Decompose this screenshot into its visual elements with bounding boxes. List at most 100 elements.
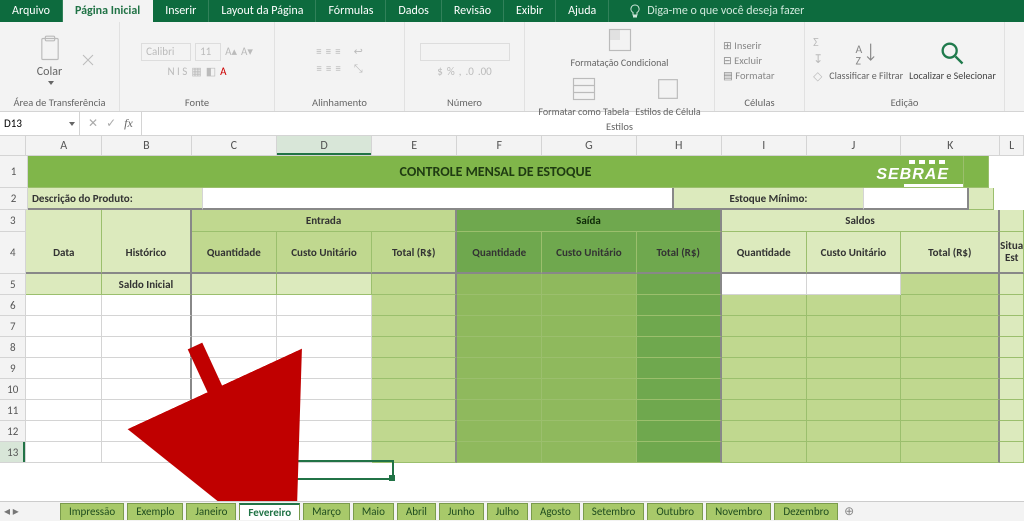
cell-B9[interactable] [102, 358, 192, 379]
cell-K9[interactable] [901, 358, 1000, 379]
col-situacao[interactable]: SituaEst [1000, 232, 1024, 274]
cell-L3[interactable] [1000, 210, 1024, 232]
sheet-tab-julho[interactable]: Julho [487, 503, 528, 520]
cell-B5[interactable]: Saldo Inicial [102, 274, 192, 295]
col-header-J[interactable]: J [807, 136, 901, 155]
format-cells-button[interactable]: ▤ Formatar [723, 69, 775, 82]
col-sal-custo[interactable]: Custo Unitário [807, 232, 901, 274]
col-header-C[interactable]: C [192, 136, 277, 155]
align-mid-icon[interactable]: ≡ [326, 45, 331, 58]
name-box[interactable]: D13 [0, 112, 80, 135]
cell-I11[interactable] [722, 400, 807, 421]
cell-C9[interactable] [192, 358, 277, 379]
data-header[interactable] [26, 210, 102, 232]
sheet-tab-dezembro[interactable]: Dezembro [774, 503, 838, 520]
col-ent-custo[interactable]: Custo Unitário [277, 232, 372, 274]
col-ent-qtd[interactable]: Quantidade [192, 232, 277, 274]
sheet-tab-novembro[interactable]: Novembro [706, 503, 771, 520]
produto-label-cell[interactable]: Descrição do Produto: [28, 188, 203, 210]
cell-I5[interactable] [722, 274, 807, 295]
align-right-icon[interactable]: ≡ [335, 62, 340, 75]
historico-header[interactable] [102, 210, 192, 232]
cut-icon[interactable] [81, 53, 95, 67]
cell-L6[interactable] [1000, 295, 1024, 316]
sheet-tab-exemplo[interactable]: Exemplo [127, 503, 183, 520]
sheet-tab-abril[interactable]: Abril [397, 503, 436, 520]
inc-decimal-icon[interactable]: .0 [465, 65, 473, 78]
cell-C12[interactable] [192, 421, 277, 442]
cell-G11[interactable] [542, 400, 636, 421]
cell-B6[interactable] [102, 295, 192, 316]
sheet-tab-outubro[interactable]: Outubro [647, 503, 703, 520]
col-sal-total[interactable]: Total (R$) [901, 232, 1000, 274]
cell-K6[interactable] [901, 295, 1000, 316]
cell-L11[interactable] [1000, 400, 1024, 421]
decrease-font-icon[interactable]: A▾ [241, 45, 253, 58]
col-sai-qtd[interactable]: Quantidade [457, 232, 542, 274]
increase-font-icon[interactable]: A▴ [225, 45, 237, 58]
font-size-combo[interactable]: 11 [195, 43, 221, 61]
cell-F11[interactable] [457, 400, 542, 421]
cell-D6[interactable] [277, 295, 372, 316]
border-icon[interactable]: ▦ [191, 65, 201, 78]
cell-G8[interactable] [542, 337, 636, 358]
row-header-11[interactable]: 11 [0, 400, 26, 421]
cell-K8[interactable] [901, 337, 1000, 358]
cancel-icon[interactable]: ✕ [88, 116, 98, 131]
cell-B11[interactable] [102, 400, 192, 421]
cell-J5[interactable] [807, 274, 901, 295]
cell-D12[interactable] [277, 421, 372, 442]
number-format-combo[interactable] [420, 43, 510, 61]
cell-K11[interactable] [901, 400, 1000, 421]
menu-tab-arquivo[interactable]: Arquivo [0, 0, 63, 22]
cell-F9[interactable] [457, 358, 542, 379]
cell-E7[interactable] [372, 316, 457, 337]
fill-color-icon[interactable]: ◧ [206, 65, 216, 78]
cell-G10[interactable] [542, 379, 636, 400]
cell-A13[interactable] [26, 442, 102, 463]
cell-C11[interactable] [192, 400, 277, 421]
cell-C6[interactable] [192, 295, 277, 316]
cell-H8[interactable] [637, 337, 722, 358]
fill-handle[interactable] [389, 475, 395, 481]
cell-F5[interactable] [457, 274, 542, 295]
font-name-combo[interactable]: Calibri [141, 43, 191, 61]
cell-I12[interactable] [722, 421, 807, 442]
cell-K10[interactable] [901, 379, 1000, 400]
col-header-E[interactable]: E [372, 136, 457, 155]
cell-H7[interactable] [637, 316, 722, 337]
cell-D7[interactable] [277, 316, 372, 337]
cell-J10[interactable] [807, 379, 901, 400]
cell-K7[interactable] [901, 316, 1000, 337]
cell-G6[interactable] [542, 295, 636, 316]
menu-tab-formulas[interactable]: Fórmulas [316, 0, 386, 22]
col-historico[interactable]: Histórico [102, 232, 192, 274]
row-header-13[interactable]: 13 [0, 442, 26, 463]
sheet-tab-janeiro[interactable]: Janeiro [186, 503, 236, 520]
cell-C5[interactable] [192, 274, 277, 295]
cell-H6[interactable] [637, 295, 722, 316]
cell-E9[interactable] [372, 358, 457, 379]
cell-J7[interactable] [807, 316, 901, 337]
cell-I9[interactable] [722, 358, 807, 379]
col-header-A[interactable]: A [26, 136, 102, 155]
cell-I10[interactable] [722, 379, 807, 400]
cell-C7[interactable] [192, 316, 277, 337]
font-color-icon[interactable]: A [220, 65, 226, 78]
find-select-button[interactable]: Localizar e Selecionar [909, 39, 996, 82]
cell-A10[interactable] [26, 379, 102, 400]
cell-L13[interactable] [1000, 442, 1024, 463]
autosum-icon[interactable]: Σ [813, 36, 823, 50]
sheet-nav[interactable]: ◂ ▸ [4, 504, 19, 519]
col-header-G[interactable]: G [542, 136, 636, 155]
row-header-6[interactable]: 6 [0, 295, 26, 316]
cell-G12[interactable] [542, 421, 636, 442]
cell-I13[interactable] [722, 442, 807, 463]
cell-D13[interactable] [277, 442, 372, 463]
cell-E10[interactable] [372, 379, 457, 400]
cell-B8[interactable] [102, 337, 192, 358]
merge-icon[interactable]: ⤡ [354, 62, 363, 76]
cell-D8[interactable] [277, 337, 372, 358]
cell-I8[interactable] [722, 337, 807, 358]
cell-F10[interactable] [457, 379, 542, 400]
